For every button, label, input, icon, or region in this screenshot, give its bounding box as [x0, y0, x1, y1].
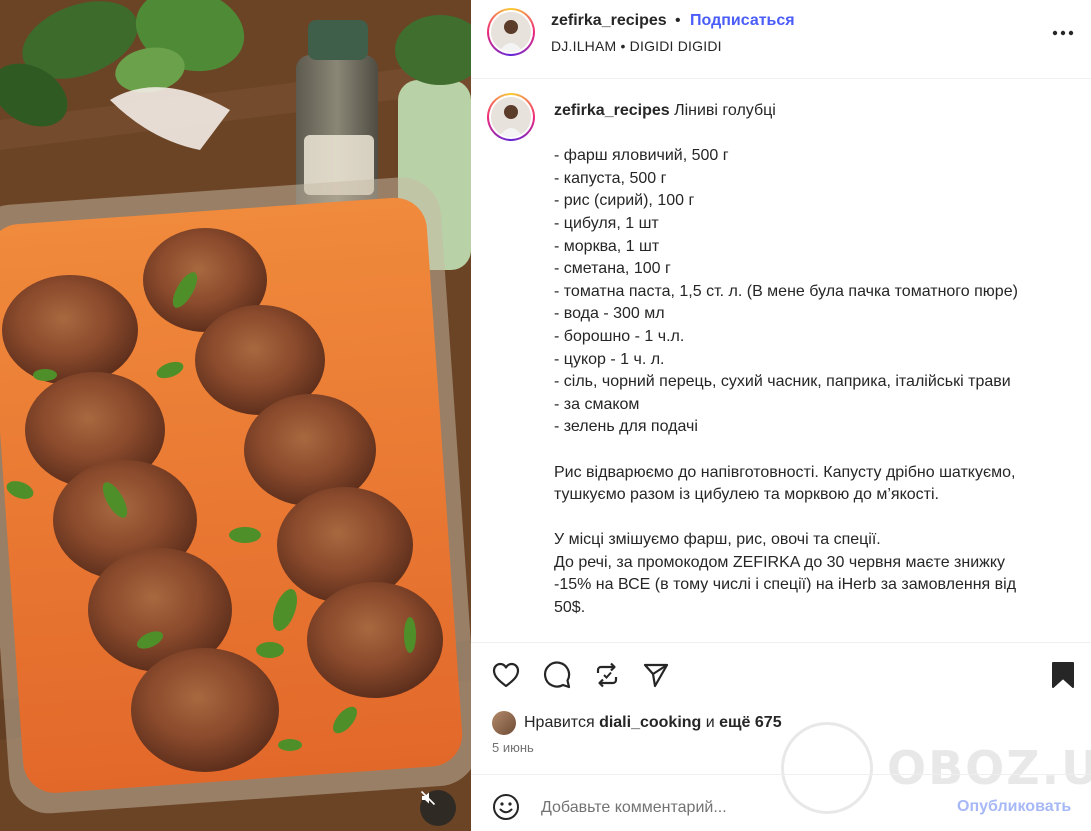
divider: [471, 642, 1091, 643]
comment-icon: [543, 661, 571, 689]
speaker-muted-icon: [420, 790, 436, 806]
emoji-button[interactable]: [490, 791, 522, 823]
avatar[interactable]: [487, 8, 535, 56]
more-horizontal-icon: [1052, 30, 1074, 36]
action-bar: [471, 655, 1091, 699]
mute-button[interactable]: [420, 790, 456, 826]
profile-photo: [491, 97, 531, 137]
caption-line: -15% на ВСЕ (в тому числі і спеції) на i…: [554, 576, 1017, 594]
post-header: zefirka_recipes • Подписаться DJ.ILHAM •…: [471, 0, 1091, 79]
comment-button[interactable]: [541, 659, 573, 691]
divider: [471, 774, 1091, 775]
bookmark-filled-icon: [1052, 662, 1074, 688]
caption-line: [554, 507, 1074, 530]
like-button[interactable]: [490, 659, 522, 691]
post-date[interactable]: 5 июнь: [492, 740, 534, 755]
caption-line: - за смаком: [554, 395, 640, 413]
caption-text: zefirka_recipes Ліниві голубці - фарш ял…: [554, 100, 1074, 620]
caption-line: - цукор - 1 ч. л.: [554, 350, 665, 368]
separator-dot: •: [675, 12, 681, 29]
likes-connector: и: [705, 714, 715, 731]
profile-photo: [491, 12, 531, 52]
repost-icon: [596, 662, 618, 688]
food-photo: [0, 0, 471, 831]
repost-button[interactable]: [591, 659, 623, 691]
caption-line: - сметана, 100 г: [554, 260, 671, 278]
heart-icon: [492, 662, 520, 688]
caption-line: - рис (сирий), 100 г: [554, 192, 695, 210]
post-panel: zefirka_recipes • Подписаться DJ.ILHAM •…: [471, 0, 1091, 831]
likes-prefix: Нравится: [524, 714, 595, 731]
caption-line: - борошно - 1 ч.л.: [554, 327, 685, 345]
audio-track[interactable]: DJ.ILHAM • DIGIDI DIGIDI: [551, 38, 722, 54]
liker-avatar[interactable]: [492, 711, 516, 735]
send-icon: [643, 663, 669, 688]
caption-line: - цибуля, 1 шт: [554, 214, 659, 232]
post-caption: zefirka_recipes Ліниві голубці - фарш ял…: [471, 80, 1091, 642]
caption-line: - морква, 1 шт: [554, 237, 660, 255]
caption-line: - вода - 300 мл: [554, 305, 665, 323]
caption-avatar[interactable]: [487, 93, 535, 141]
comment-input[interactable]: [541, 793, 951, 823]
caption-line: [554, 123, 1074, 146]
caption-line: Рис відварюємо до напівготовності. Капус…: [554, 463, 1016, 481]
caption-line: - сіль, чорний перець, сухий часник, пап…: [554, 373, 1011, 391]
caption-line: тушкуємо разом із цибулею та морквою до …: [554, 486, 939, 504]
caption-line: До речі, за промокодом ZEFIRKA до 30 чер…: [554, 553, 1006, 571]
caption-line: - томатна паста, 1,5 ст. л. (В мене була…: [554, 282, 1018, 300]
caption-line: - зелень для подачі: [554, 418, 698, 436]
author-username[interactable]: zefirka_recipes: [551, 12, 667, 30]
publish-button[interactable]: Опубликовать: [957, 798, 1071, 816]
caption-line: У місці змішуємо фарш, рис, овочі та спе…: [554, 531, 881, 549]
caption-line: - капуста, 500 г: [554, 169, 667, 187]
liker-username[interactable]: diali_cooking: [599, 714, 701, 732]
caption-body: - фарш яловичий, 500 г - капуста, 500 г - …: [554, 123, 1074, 620]
likes-summary: Нравится diali_cooking и ещё 675: [492, 710, 782, 736]
caption-line: - фарш яловичий, 500 г: [554, 147, 729, 165]
caption-title: Ліниві голубці: [674, 102, 776, 119]
caption-line: [554, 439, 1074, 462]
caption-line: 50$.: [554, 599, 586, 617]
more-options-button[interactable]: [1048, 20, 1078, 46]
comment-bar: Опубликовать: [471, 785, 1091, 831]
post-media[interactable]: [0, 0, 471, 831]
caption-username[interactable]: zefirka_recipes: [554, 102, 670, 119]
emoji-icon: [493, 794, 519, 820]
share-button[interactable]: [640, 659, 672, 691]
follow-button[interactable]: Подписаться: [690, 12, 795, 30]
save-button[interactable]: [1047, 659, 1079, 691]
likes-count[interactable]: ещё 675: [719, 714, 781, 732]
